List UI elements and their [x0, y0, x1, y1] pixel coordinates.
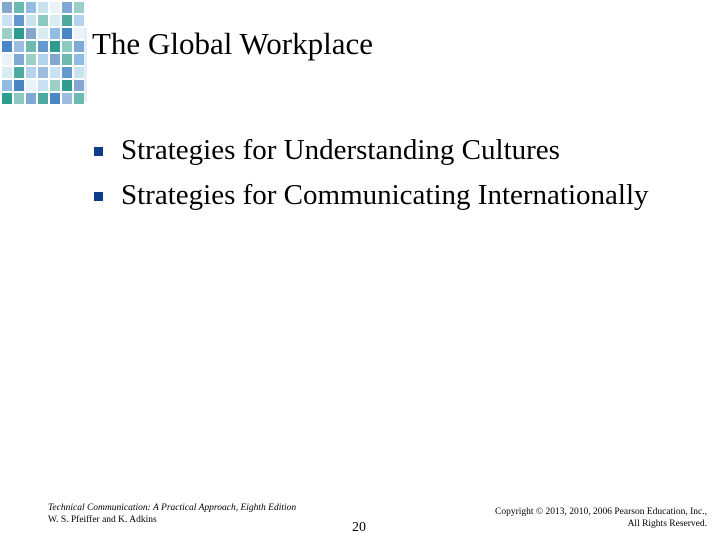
title-divider	[84, 28, 87, 102]
mosaic-tile	[26, 15, 36, 26]
mosaic-tile	[2, 15, 12, 26]
mosaic-tile	[14, 54, 24, 65]
mosaic-tile	[14, 2, 24, 13]
mosaic-tile	[26, 80, 36, 91]
mosaic-tile	[74, 28, 84, 39]
mosaic-tile	[2, 28, 12, 39]
mosaic-tile	[74, 15, 84, 26]
mosaic-tile	[38, 15, 48, 26]
mosaic-tile	[62, 54, 72, 65]
mosaic-tile	[14, 93, 24, 104]
mosaic-tile	[2, 67, 12, 78]
mosaic-tile	[2, 93, 12, 104]
copyright-line-2: All Rights Reserved.	[627, 519, 707, 529]
slide-title: The Global Workplace	[92, 26, 373, 61]
footer-book-title: Technical Communication: A Practical App…	[48, 503, 297, 513]
bullet-text: Strategies for Communicating Internation…	[121, 178, 649, 211]
page-number: 20	[352, 520, 366, 535]
mosaic-tile	[50, 2, 60, 13]
mosaic-tile	[38, 2, 48, 13]
mosaic-tile	[26, 54, 36, 65]
mosaic-tile	[62, 41, 72, 52]
mosaic-tile	[38, 93, 48, 104]
bullet-item: Strategies for Understanding Cultures	[92, 127, 649, 172]
footer-book-info: Technical Communication: A Practical App…	[48, 502, 296, 526]
mosaic-tile	[50, 15, 60, 26]
mosaic-tile	[38, 41, 48, 52]
mosaic-tile	[14, 80, 24, 91]
bullet-list: Strategies for Understanding Cultures St…	[92, 127, 649, 217]
mosaic-tile	[50, 41, 60, 52]
mosaic-tile	[14, 67, 24, 78]
mosaic-tile	[38, 54, 48, 65]
mosaic-tile	[62, 93, 72, 104]
mosaic-tile	[26, 41, 36, 52]
mosaic-tile	[62, 15, 72, 26]
footer-authors: W. S. Pfeiffer and K. Adkins	[48, 515, 157, 525]
mosaic-tile	[74, 54, 84, 65]
mosaic-tile	[26, 2, 36, 13]
mosaic-tile	[62, 2, 72, 13]
decorative-mosaic	[0, 0, 88, 106]
mosaic-tile	[74, 41, 84, 52]
mosaic-tile	[50, 67, 60, 78]
mosaic-tile	[26, 28, 36, 39]
mosaic-tile	[38, 28, 48, 39]
mosaic-tile	[50, 54, 60, 65]
bullet-text: Strategies for Understanding Cultures	[121, 133, 560, 166]
mosaic-tile	[14, 41, 24, 52]
mosaic-tile	[62, 28, 72, 39]
mosaic-tile	[26, 67, 36, 78]
mosaic-tile	[38, 67, 48, 78]
bullet-item: Strategies for Communicating Internation…	[92, 172, 649, 217]
footer-copyright: Copyright © 2013, 2010, 2006 Pearson Edu…	[495, 506, 707, 530]
square-bullet-icon	[94, 147, 103, 156]
mosaic-tile	[74, 2, 84, 13]
mosaic-tile	[62, 80, 72, 91]
mosaic-tile	[74, 93, 84, 104]
mosaic-tile	[26, 93, 36, 104]
mosaic-tile	[2, 2, 12, 13]
mosaic-tile	[50, 28, 60, 39]
mosaic-tile	[62, 67, 72, 78]
mosaic-tile	[2, 41, 12, 52]
copyright-line-1: Copyright © 2013, 2010, 2006 Pearson Edu…	[495, 507, 707, 517]
mosaic-tile	[14, 15, 24, 26]
mosaic-tile	[2, 80, 12, 91]
mosaic-tile	[14, 28, 24, 39]
square-bullet-icon	[94, 192, 103, 201]
mosaic-tile	[74, 67, 84, 78]
mosaic-tile	[50, 80, 60, 91]
mosaic-tile	[2, 54, 12, 65]
mosaic-tile	[50, 93, 60, 104]
mosaic-tile	[38, 80, 48, 91]
mosaic-tile	[74, 80, 84, 91]
